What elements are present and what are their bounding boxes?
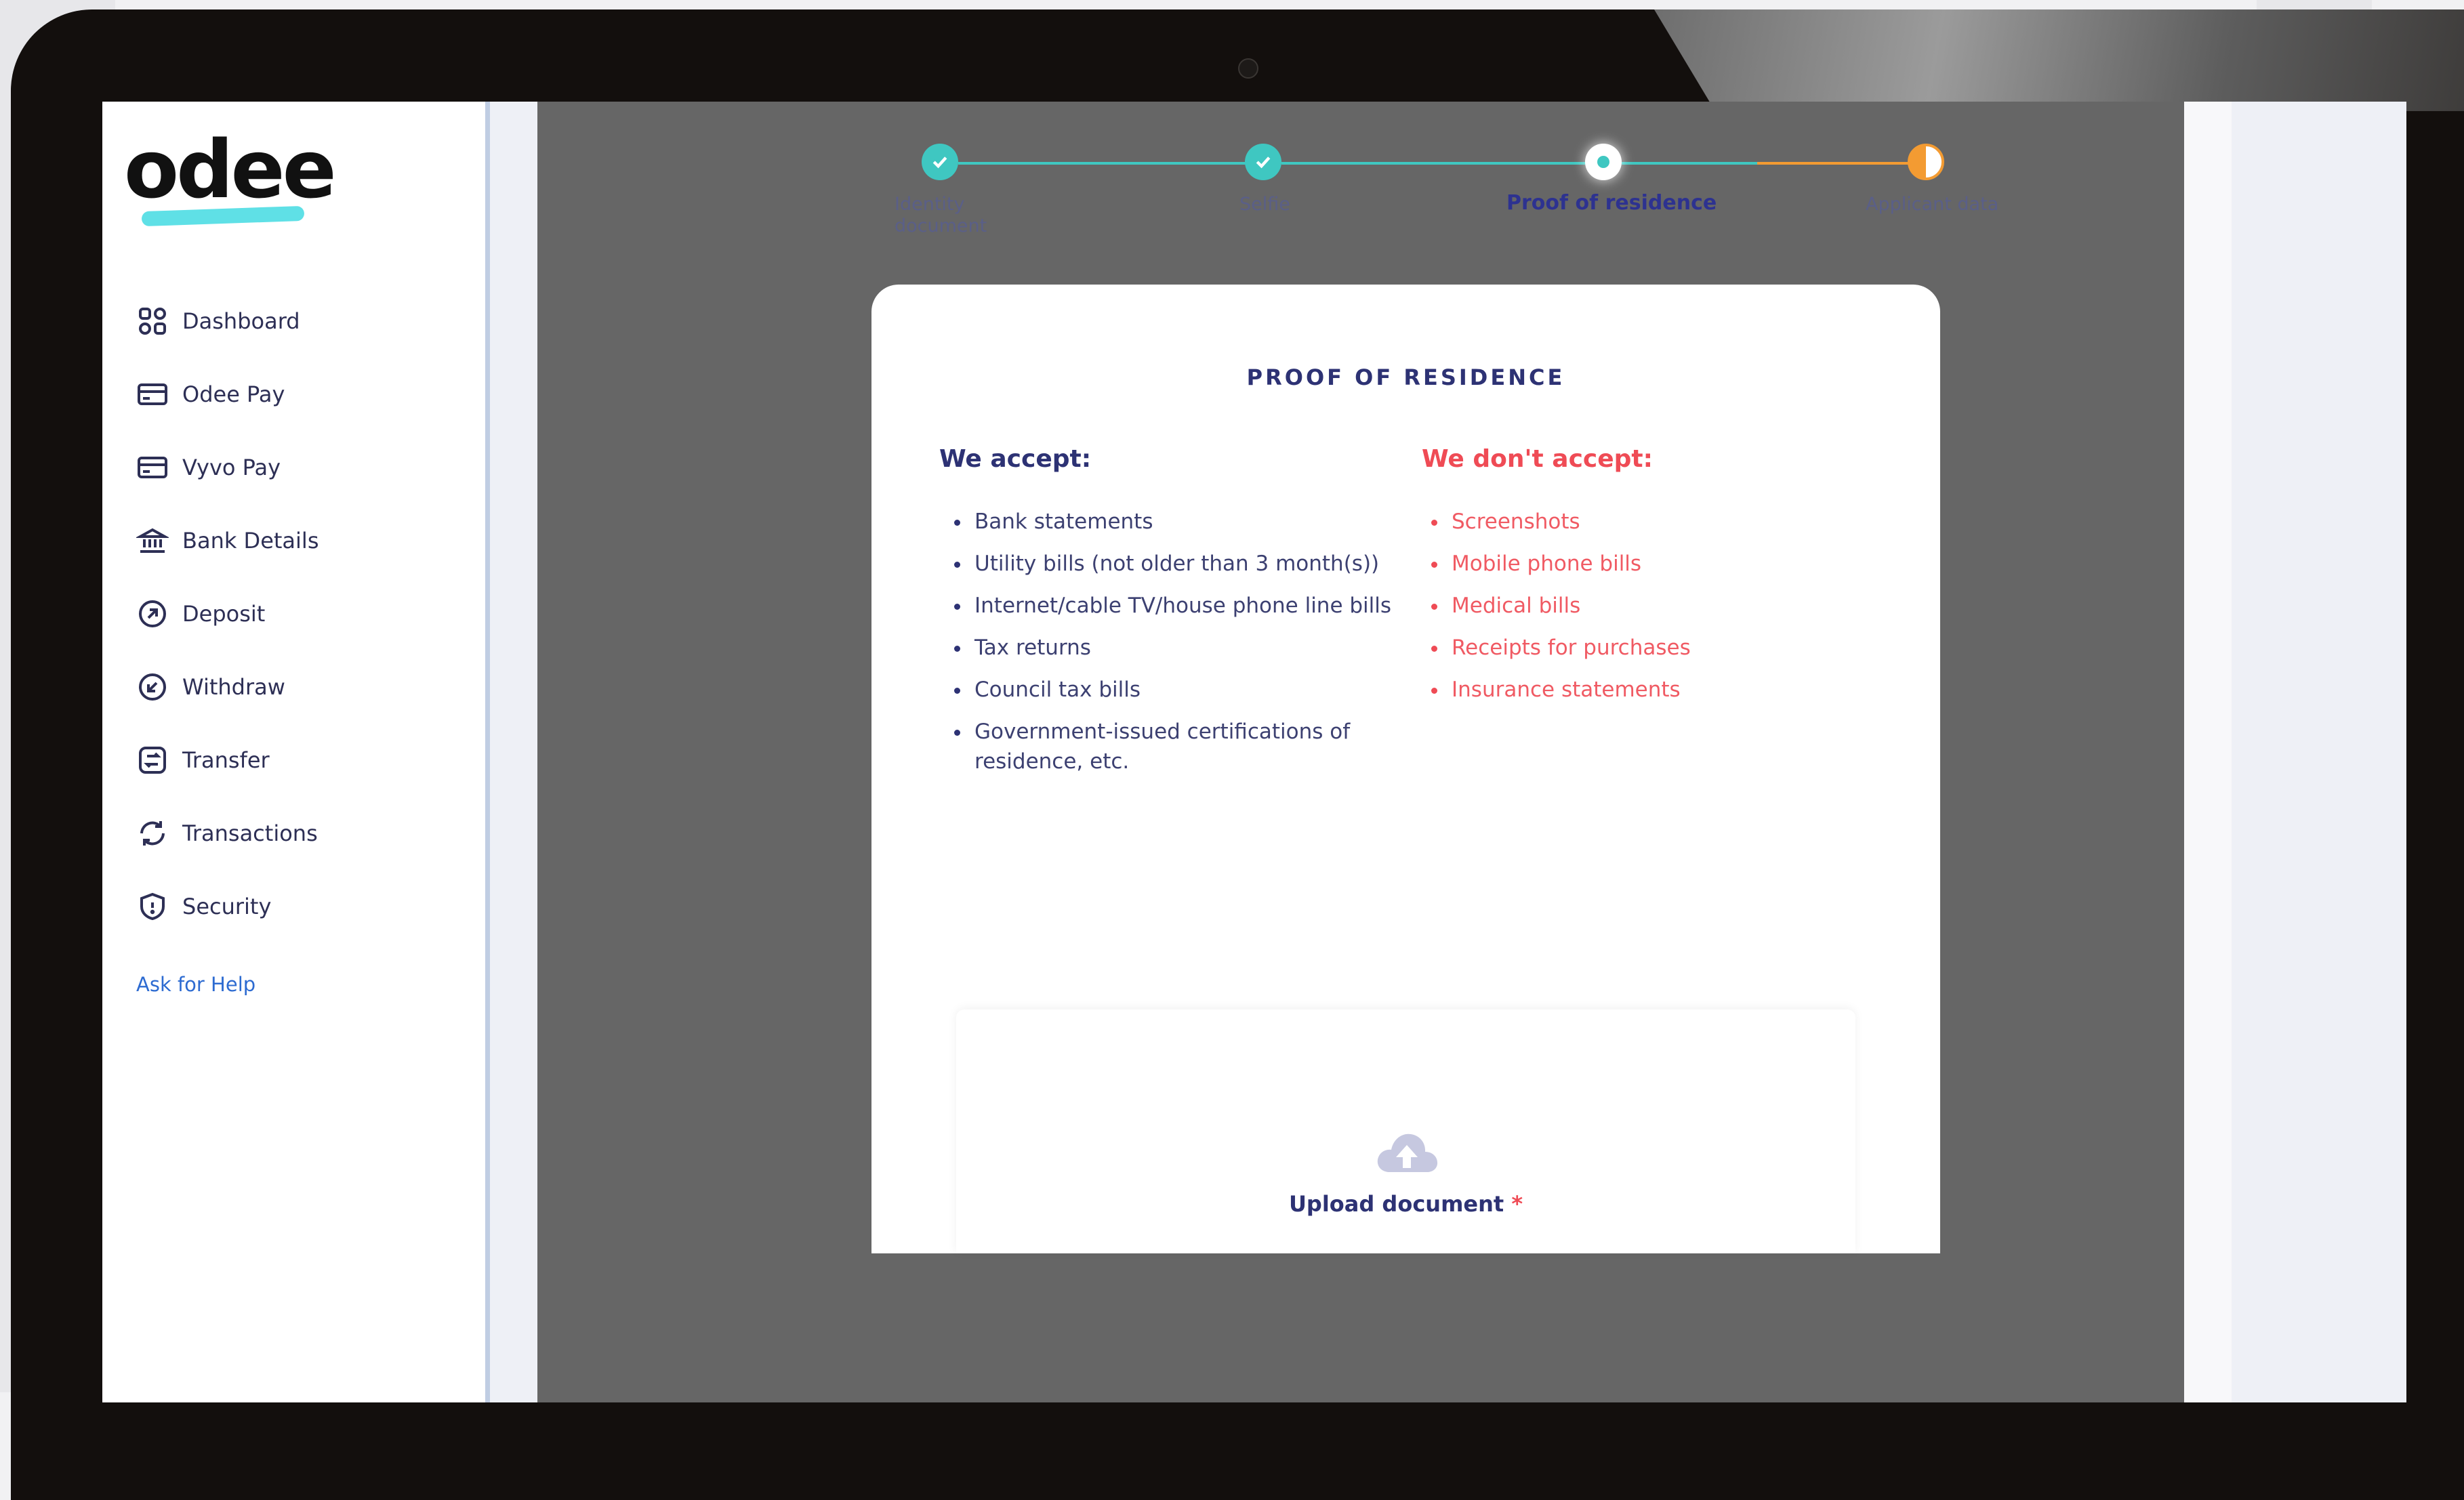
transfer-icon (136, 744, 169, 776)
shield-icon (136, 890, 169, 923)
sidebar-item-transfer[interactable]: Transfer (136, 740, 461, 780)
sidebar-item-label: Withdraw (182, 674, 285, 700)
check-icon (932, 157, 947, 169)
grid-icon (136, 305, 169, 337)
sidebar-item-withdraw[interactable]: Withdraw (136, 667, 461, 707)
upload-dropzone[interactable]: Upload document * (956, 1009, 1855, 1253)
step-connector-4 (1757, 162, 1927, 165)
list-item: Government-issued certifications of resi… (951, 717, 1408, 776)
deposit-icon (136, 598, 169, 630)
step-applicant-data[interactable] (1908, 144, 1944, 180)
progress-stepper: Identity document Selfie Proof of reside… (537, 102, 2184, 278)
logo-wordmark: odee (124, 123, 337, 216)
main-content-overlay: Identity document Selfie Proof of reside… (537, 102, 2184, 1402)
lid-reflection (1654, 9, 2464, 111)
sidebar-item-label: Security (182, 894, 272, 919)
bank-icon (136, 524, 169, 557)
current-step-dot-icon (1597, 156, 1609, 168)
step-identity-document[interactable] (922, 144, 958, 180)
sidebar-item-label: Deposit (182, 601, 266, 627)
list-item: Council tax bills (951, 675, 1426, 705)
odee-logo[interactable]: odee (124, 129, 337, 230)
list-item: Receipts for purchases (1429, 633, 1835, 663)
list-item: Tax returns (951, 633, 1426, 663)
sidebar-item-bank-details[interactable]: Bank Details (136, 520, 461, 561)
sidebar: odee Dashboard Odee Pay Vyvo Pay Bank De… (102, 102, 490, 1402)
sidebar-item-security[interactable]: Security (136, 886, 461, 927)
accept-heading: We accept: (939, 445, 1092, 473)
list-item: Insurance statements (1429, 675, 1835, 705)
step-connector-3 (1622, 162, 1757, 165)
app-screen: odee Dashboard Odee Pay Vyvo Pay Bank De… (102, 102, 2406, 1402)
sidebar-item-transactions[interactable]: Transactions (136, 813, 461, 854)
card-icon (136, 378, 169, 411)
list-item: Bank statements (951, 507, 1426, 537)
reject-heading: We don't accept: (1422, 445, 1654, 473)
sidebar-item-label: Odee Pay (182, 381, 285, 407)
accepted-documents-list: Bank statements Utility bills (not older… (951, 507, 1426, 789)
step-label-proof: Proof of residence (1506, 191, 1717, 215)
sidebar-item-label: Vyvo Pay (182, 455, 281, 480)
sidebar-item-vyvo-pay[interactable]: Vyvo Pay (136, 447, 461, 488)
list-item: Utility bills (not older than 3 month(s)… (951, 549, 1426, 579)
list-item: Medical bills (1429, 591, 1835, 621)
list-item: Internet/cable TV/house phone line bills (951, 591, 1426, 621)
sidebar-item-label: Transfer (182, 747, 270, 773)
step-label-identity: Identity document (895, 194, 987, 236)
sidebar-item-deposit[interactable]: Deposit (136, 593, 461, 634)
step-label-applicant: Applicant data (1866, 194, 1999, 215)
list-item: Mobile phone bills (1429, 549, 1835, 579)
check-icon (1256, 157, 1271, 169)
right-panel (2184, 102, 2406, 1402)
sidebar-gap (490, 102, 537, 1402)
step-connector-1 (958, 162, 1246, 165)
card-title: PROOF OF RESIDENCE (1246, 364, 1565, 390)
card-icon (136, 451, 169, 484)
rejected-documents-list: Screenshots Mobile phone bills Medical b… (1429, 507, 1835, 717)
list-item: Screenshots (1429, 507, 1835, 537)
step-proof-of-residence[interactable] (1585, 144, 1622, 180)
sidebar-item-label: Bank Details (182, 528, 319, 554)
sidebar-item-label: Transactions (182, 820, 318, 846)
cloud-upload-icon (1377, 1133, 1438, 1172)
right-panel-edge (2184, 102, 2232, 1402)
ask-for-help-link[interactable]: Ask for Help (136, 973, 255, 996)
step-connector-2 (1281, 162, 1586, 165)
sidebar-item-dashboard[interactable]: Dashboard (136, 301, 461, 341)
sidebar-item-odee-pay[interactable]: Odee Pay (136, 374, 461, 415)
refresh-icon (136, 817, 169, 850)
required-marker: * (1511, 1191, 1523, 1217)
withdraw-icon (136, 671, 169, 703)
proof-of-residence-card: PROOF OF RESIDENCE We accept: We don't a… (871, 285, 1940, 1253)
upload-document-label[interactable]: Upload document * (956, 1191, 1855, 1217)
webcam (1238, 58, 1258, 79)
upload-document-text: Upload document (1288, 1191, 1504, 1217)
sidebar-item-label: Dashboard (182, 308, 300, 334)
step-label-selfie: Selfie (1239, 194, 1290, 215)
step-selfie[interactable] (1245, 144, 1281, 180)
